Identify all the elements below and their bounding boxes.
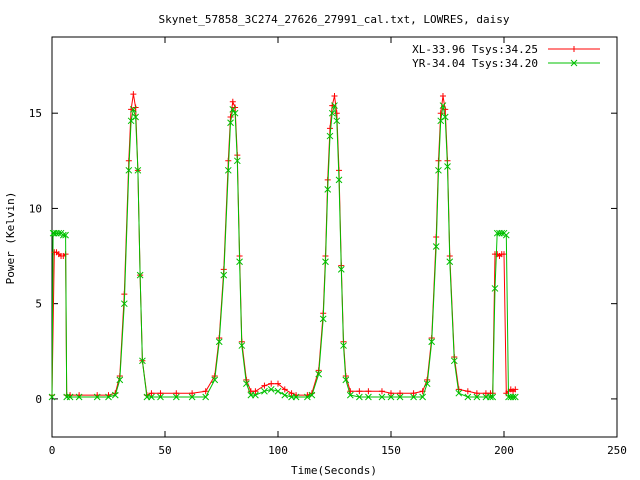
data-point <box>365 388 372 395</box>
chart: Skynet_57858_3C274_27626_27991_cal.txt, … <box>4 13 627 477</box>
legend-item: XL-33.96 Tsys:34.25 <box>412 43 600 56</box>
y-axis-label: Power (Kelvin) <box>4 192 17 285</box>
y-tick-label: 5 <box>35 298 42 311</box>
series-2 <box>48 102 519 401</box>
x-tick-label: 200 <box>494 444 514 457</box>
axis-ticks: 0 50 100 150 200 250 0 5 10 15 <box>29 37 627 457</box>
data-point <box>261 387 268 395</box>
x-tick-label: 150 <box>381 444 401 457</box>
data-point <box>268 380 275 387</box>
y-tick-label: 0 <box>35 393 42 406</box>
data-point <box>130 91 137 98</box>
series-layer <box>48 91 519 401</box>
x-tick-label: 250 <box>607 444 627 457</box>
data-point <box>267 386 275 393</box>
legend: XL-33.96 Tsys:34.25YR-34.04 Tsys:34.20 <box>412 43 600 70</box>
legend-label: XL-33.96 Tsys:34.25 <box>412 43 538 56</box>
y-tick-label: 10 <box>29 202 42 215</box>
legend-label: YR-34.04 Tsys:34.20 <box>412 57 538 70</box>
x-tick-label: 0 <box>49 444 56 457</box>
legend-item: YR-34.04 Tsys:34.20 <box>412 57 600 70</box>
data-point <box>439 93 446 100</box>
data-point <box>274 387 282 395</box>
data-point <box>378 388 385 395</box>
data-point <box>326 125 333 132</box>
x-axis-label: Time(Seconds) <box>291 464 377 477</box>
data-point <box>229 98 236 105</box>
series-1 <box>49 91 519 399</box>
data-point <box>281 391 289 399</box>
chart-title: Skynet_57858_3C274_27626_27991_cal.txt, … <box>159 13 510 26</box>
x-tick-label: 50 <box>158 444 171 457</box>
data-point <box>356 388 363 395</box>
data-point <box>437 110 444 117</box>
data-point <box>331 93 338 100</box>
data-point <box>227 114 234 120</box>
x-tick-label: 100 <box>268 444 288 457</box>
legend-marker <box>571 46 577 52</box>
y-tick-label: 15 <box>29 107 42 120</box>
data-point <box>261 382 268 389</box>
data-point <box>464 388 471 395</box>
series-line <box>51 105 516 398</box>
